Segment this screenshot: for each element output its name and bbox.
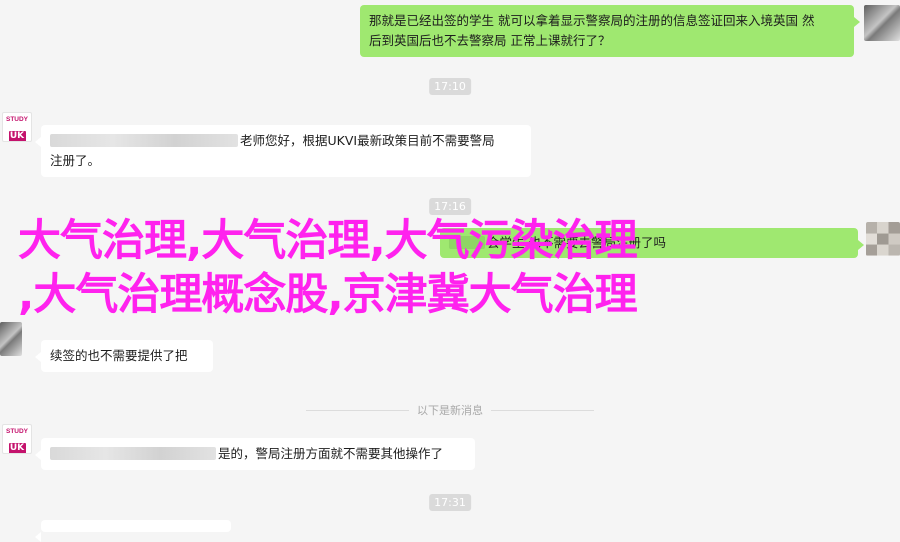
message-text-line: 老师您好，根据UKVI最新政策目前不需要警局 — [240, 133, 495, 148]
new-messages-divider: 以下是新消息 — [0, 402, 900, 418]
outgoing-message[interactable]: 会学生 也不需要去警局注册了吗 — [440, 228, 864, 258]
sender-avatar[interactable] — [0, 322, 22, 356]
message-text: 是的，警局注册方面就不需要其他操作了 — [218, 446, 444, 461]
message-text-line: 那就是已经出签的学生 就可以拿着显示警察局的注册的信息签证回来入境英国 然 — [369, 13, 815, 28]
avatar-logo-badge: UK — [8, 443, 26, 453]
timestamp: 17:31 — [429, 494, 471, 511]
message-text-line: 注册了。 — [50, 153, 101, 168]
incoming-message[interactable]: 续签的也不需要提供了把 — [35, 340, 213, 372]
study-uk-avatar[interactable]: STUDY UK — [2, 424, 32, 454]
message-text: 续签的也不需要提供了把 — [50, 348, 188, 363]
outgoing-message[interactable]: 那就是已经出签的学生 就可以拿着显示警察局的注册的信息签证回来入境英国 然 后到… — [360, 5, 860, 57]
chat-window: 那就是已经出签的学生 就可以拿着显示警察局的注册的信息签证回来入境英国 然 后到… — [0, 0, 900, 542]
timestamp: 17:10 — [429, 78, 471, 95]
redacted-text — [50, 447, 216, 460]
user-avatar[interactable] — [864, 5, 900, 41]
incoming-message[interactable]: 老师您好，根据UKVI最新政策目前不需要警局 注册了。 — [35, 125, 531, 177]
message-text-line: 后到英国后也不去警察局 正常上课就行了？ — [369, 33, 611, 48]
user-avatar[interactable] — [866, 222, 900, 256]
divider-label: 以下是新消息 — [409, 402, 491, 418]
redacted-text — [50, 134, 238, 147]
message-text: 会学生 也不需要去警局注册了吗 — [487, 235, 666, 250]
incoming-message[interactable]: 是的，警局注册方面就不需要其他操作了 — [35, 438, 475, 470]
incoming-message-partial[interactable] — [35, 520, 231, 542]
avatar-logo-text: STUDY — [5, 116, 29, 123]
study-uk-avatar[interactable]: STUDY UK — [2, 112, 32, 142]
avatar-logo-badge: UK — [8, 131, 26, 141]
redacted-text — [449, 236, 485, 249]
timestamp: 17:16 — [429, 198, 471, 215]
avatar-logo-text: STUDY — [5, 428, 29, 435]
